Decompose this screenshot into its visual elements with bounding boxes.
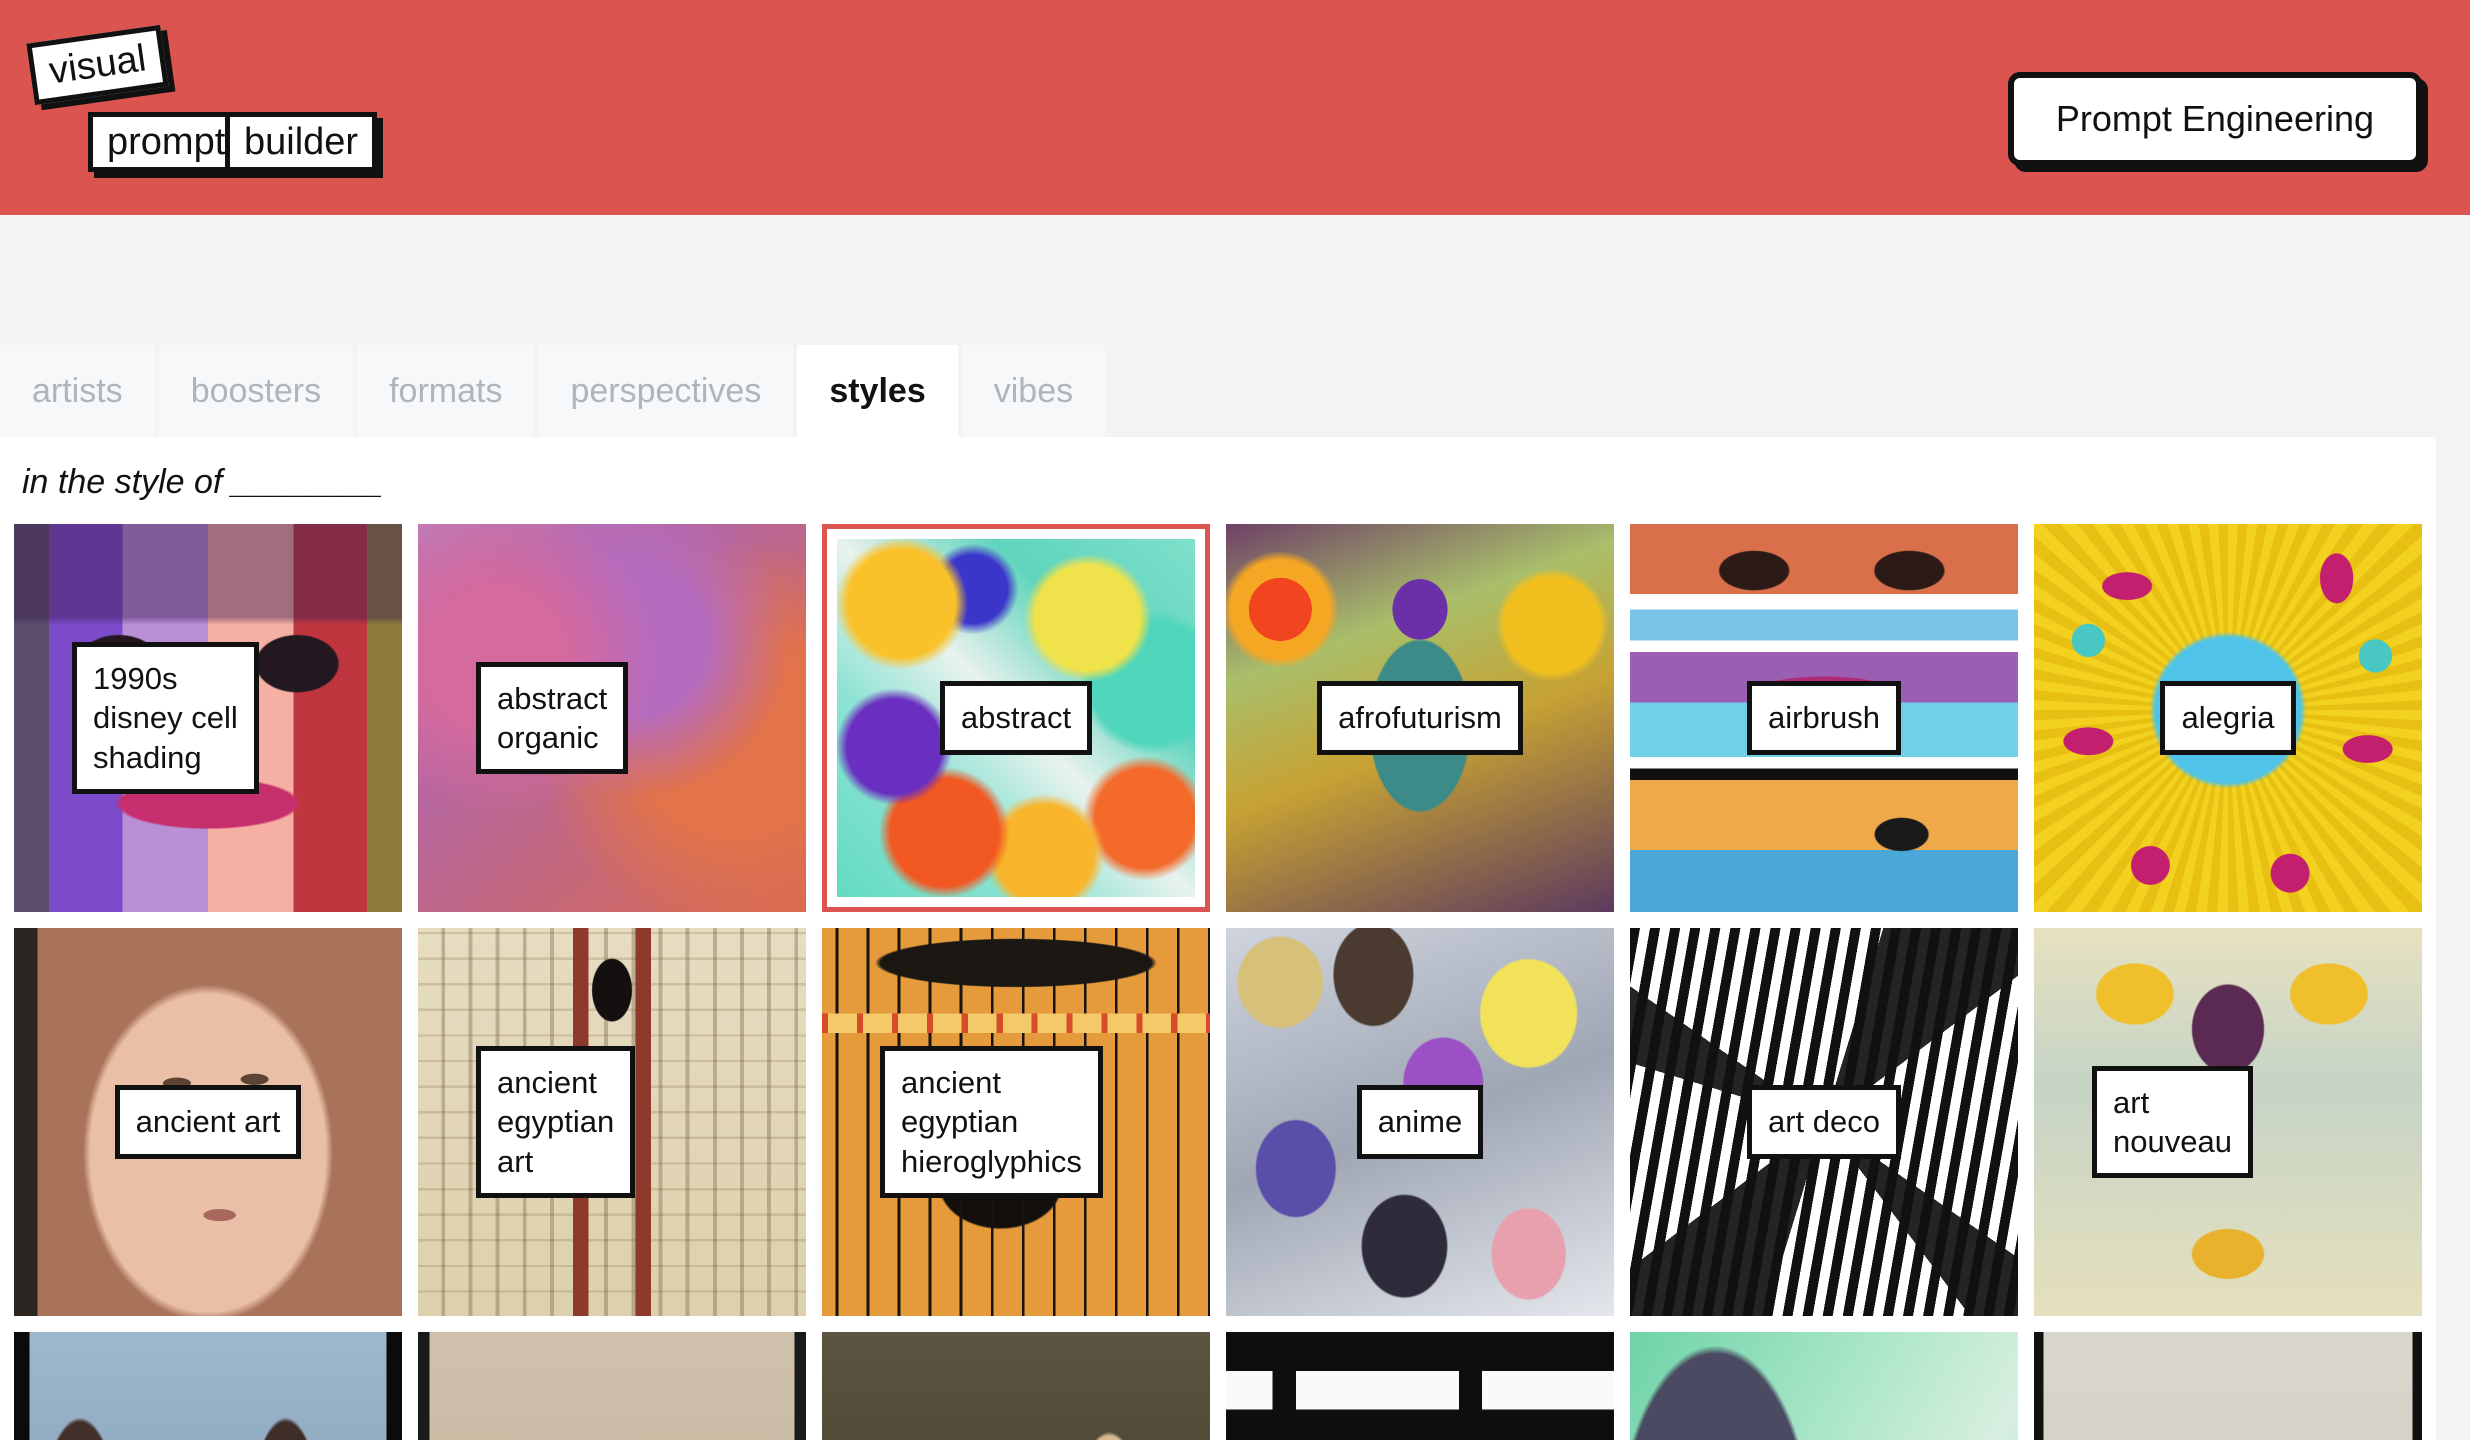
tab-perspectives[interactable]: perspectives (538, 345, 794, 437)
style-card[interactable]: ancient egyptian hieroglyphics (822, 928, 1210, 1316)
style-card-label: airbrush (1747, 681, 1901, 755)
style-card[interactable] (2034, 1332, 2422, 1440)
tab-artists[interactable]: artists (0, 345, 155, 437)
style-card-label: ancient egyptian art (476, 1045, 636, 1199)
tab-boosters[interactable]: boosters (158, 345, 354, 437)
style-card-grid: 1990s disney cell shading abstract organic ab… (0, 524, 2436, 1440)
style-card[interactable]: 1990s disney cell shading (14, 524, 402, 912)
app-logo: visual prompt builder (0, 0, 420, 215)
style-card[interactable]: anime (1226, 928, 1614, 1316)
app-header: visual prompt builder Prompt Engineering (0, 0, 2470, 215)
style-card[interactable] (1630, 1332, 2018, 1440)
style-card[interactable]: airbrush (1630, 524, 2018, 912)
style-card-label: ancient art (114, 1085, 302, 1159)
style-card[interactable] (822, 1332, 1210, 1440)
logo-word-builder: builder (225, 112, 378, 172)
style-card-label: art deco (1746, 1085, 1901, 1159)
logo-word-visual: visual (26, 24, 169, 106)
style-card-label: 1990s disney cell shading (72, 641, 259, 795)
style-card[interactable] (14, 1332, 402, 1440)
tab-bar-region: artists boosters formats perspectives styles… (0, 215, 2470, 437)
style-card[interactable] (1226, 1332, 1614, 1440)
style-card[interactable]: afrofuturism (1226, 524, 1614, 912)
style-card[interactable]: alegria (2034, 524, 2422, 912)
tab-bar: artists boosters formats perspectives styles… (0, 345, 2470, 437)
style-card-label: ancient egyptian hieroglyphics (880, 1045, 1103, 1199)
style-card[interactable]: ancient art (14, 928, 402, 1316)
prompt-engineering-button[interactable]: Prompt Engineering (2007, 72, 2422, 166)
tab-styles[interactable]: styles (797, 345, 958, 437)
style-card[interactable]: art nouveau (2034, 928, 2422, 1316)
tab-formats[interactable]: formats (357, 345, 535, 437)
style-card[interactable]: abstract organic (418, 524, 806, 912)
style-card-thumbnail (1226, 1332, 1614, 1440)
panel-title: in the style of ________ (22, 463, 384, 501)
style-card[interactable]: abstract (822, 524, 1210, 912)
style-card-label: anime (1356, 1085, 1484, 1159)
style-card-thumbnail (2034, 1332, 2422, 1440)
style-card-label: abstract organic (476, 661, 629, 775)
style-card-thumbnail (822, 1332, 1210, 1440)
style-card-thumbnail (14, 1332, 402, 1440)
style-card-label: abstract (939, 681, 1093, 755)
style-card[interactable]: ancient egyptian art (418, 928, 806, 1316)
style-card-label: afrofuturism (1317, 681, 1523, 755)
style-card-thumbnail (1630, 1332, 2018, 1440)
logo-word-prompt: prompt (88, 112, 245, 172)
style-card-thumbnail (418, 1332, 806, 1440)
styles-panel: in the style of ________ 1990s disney cel… (0, 437, 2436, 1440)
style-card-label: art nouveau (2092, 1065, 2253, 1179)
tab-vibes[interactable]: vibes (961, 345, 1106, 437)
style-card-label: alegria (2160, 681, 2296, 755)
style-card[interactable] (418, 1332, 806, 1440)
style-card[interactable]: art deco (1630, 928, 2018, 1316)
